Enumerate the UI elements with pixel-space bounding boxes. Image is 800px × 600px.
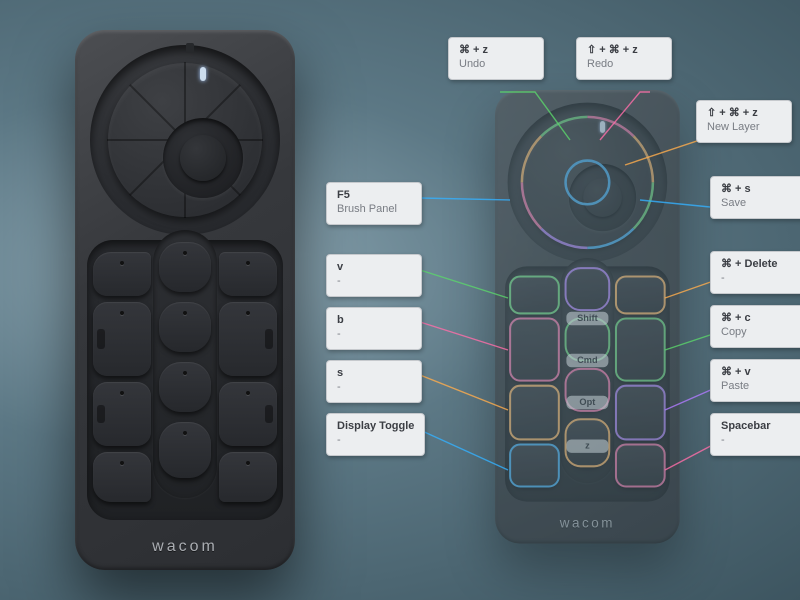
center-button-4[interactable] [159, 422, 211, 478]
callout-v[interactable]: v - [326, 254, 422, 297]
brand-logo: wacom [75, 538, 295, 556]
callout-paste[interactable]: ⌘ + v Paste [710, 359, 800, 402]
center-column [153, 230, 217, 498]
button-left-1[interactable] [93, 252, 151, 296]
expresskey-remote: wacom [75, 30, 295, 570]
callout-redo[interactable]: ⇧ + ⌘ + z Redo [576, 37, 672, 80]
callout-b[interactable]: b - [326, 307, 422, 350]
callout-new-layer[interactable]: ⇧ + ⌘ + z New Layer [696, 100, 792, 143]
ring-notch [186, 43, 194, 53]
center-button-1[interactable] [159, 242, 211, 292]
callout-s[interactable]: s - [326, 360, 422, 403]
center-button-3[interactable] [159, 362, 211, 412]
button-left-2[interactable] [93, 302, 151, 376]
touch-ring-center-button[interactable] [180, 135, 226, 181]
callout-undo[interactable]: ⌘ + z Undo [448, 37, 544, 80]
button-right-3[interactable] [219, 382, 277, 446]
center-button-2[interactable] [159, 302, 211, 352]
button-right-2[interactable] [219, 302, 277, 376]
button-right-4[interactable] [219, 452, 277, 502]
expresskey-remote-annotated: wacom [495, 90, 680, 544]
callout-brush-panel[interactable]: F5 Brush Panel [326, 182, 422, 225]
callout-save[interactable]: ⌘ + s Save [710, 176, 800, 219]
button-left-3[interactable] [93, 382, 151, 446]
brand-logo: wacom [495, 517, 680, 532]
button-right-1[interactable] [219, 252, 277, 296]
callout-copy[interactable]: ⌘ + c Copy [710, 305, 800, 348]
callout-spacebar[interactable]: Spacebar - [710, 413, 800, 456]
callout-display-toggle[interactable]: Display Toggle - [326, 413, 425, 456]
touch-ring-well [90, 45, 280, 235]
touch-ring[interactable] [108, 63, 262, 217]
button-left-4[interactable] [93, 452, 151, 502]
ring-indicator-led [200, 67, 206, 81]
callout-delete[interactable]: ⌘ + Delete - [710, 251, 800, 294]
